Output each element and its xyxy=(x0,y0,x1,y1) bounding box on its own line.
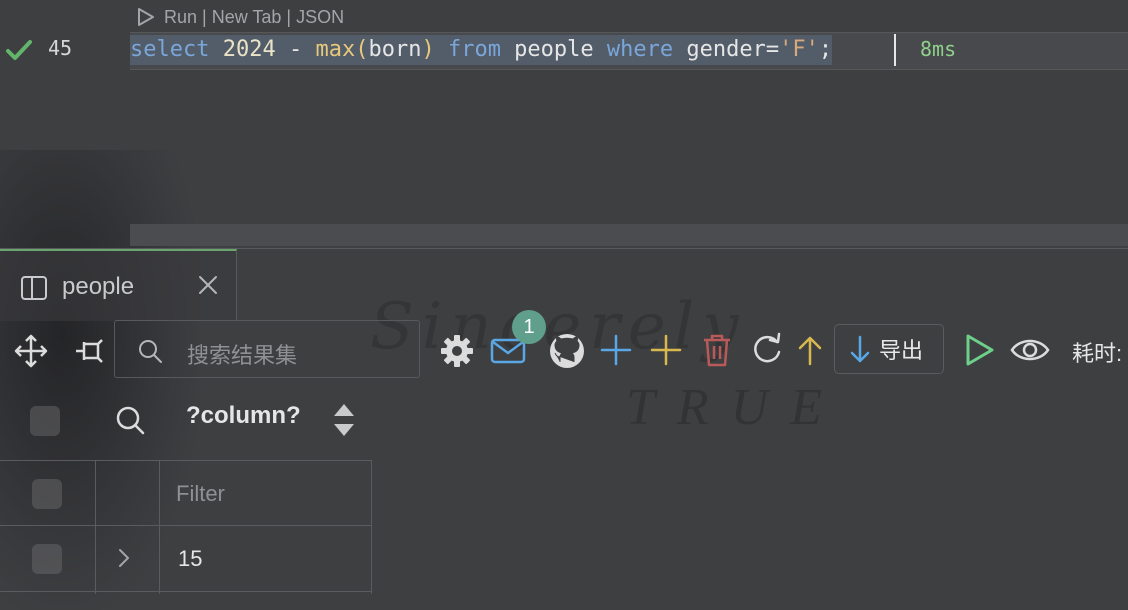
codelens-label[interactable]: Run | New Tab | JSON xyxy=(164,7,344,28)
tab-bar: people xyxy=(0,248,1128,321)
code-token: ) xyxy=(421,37,435,62)
search-input[interactable]: 搜索结果集 xyxy=(187,338,297,370)
results-toolbar: 搜索结果集 1 导出 耗时: xyxy=(0,310,1128,382)
column-header-row: ?column? xyxy=(0,382,1128,458)
delete-trash-icon[interactable] xyxy=(700,332,734,368)
line-number: 45 xyxy=(48,36,73,60)
text-cursor xyxy=(894,34,896,66)
code-token: from xyxy=(447,37,501,62)
code-token: people xyxy=(500,37,607,62)
sort-icon[interactable] xyxy=(332,402,356,438)
codelens-actions[interactable]: Run | New Tab | JSON xyxy=(134,6,344,28)
results-panel: people 搜索结果集 1 导出 耗时: ?column? Filter 15 xyxy=(0,248,1128,606)
export-label: 导出 xyxy=(879,338,924,363)
row-checkbox[interactable] xyxy=(32,479,62,509)
select-all-checkbox[interactable] xyxy=(30,406,60,436)
upload-arrow-icon[interactable] xyxy=(796,334,824,366)
code-token: where xyxy=(606,37,674,62)
refresh-icon[interactable] xyxy=(750,332,784,368)
panel-layout-icon xyxy=(21,276,47,300)
check-icon xyxy=(6,40,32,60)
download-arrow-icon xyxy=(850,335,870,363)
search-results-box[interactable]: 搜索结果集 xyxy=(114,320,420,378)
code-token: 2024 xyxy=(222,37,276,62)
search-icon[interactable] xyxy=(114,404,146,436)
table-cell[interactable]: 15 xyxy=(178,546,202,572)
row-checkbox[interactable] xyxy=(32,544,62,574)
code-token: max xyxy=(315,37,356,62)
code-token: select xyxy=(130,37,210,62)
chevron-right-icon[interactable] xyxy=(116,546,132,570)
tab-label: people xyxy=(62,273,135,300)
column-header[interactable]: ?column? xyxy=(186,402,301,430)
export-button[interactable]: 导出 xyxy=(834,324,944,374)
column-divider xyxy=(371,460,372,594)
sql-editor[interactable]: Run | New Tab | JSON 45 select 2024 - ma… xyxy=(0,0,1128,248)
search-icon xyxy=(139,340,162,363)
code-token: ; xyxy=(818,37,833,62)
close-icon[interactable] xyxy=(196,273,220,297)
code-token: - xyxy=(275,37,316,62)
add-column-icon[interactable] xyxy=(650,334,682,366)
results-grid: Filter 15 xyxy=(0,460,372,594)
filter-row: Filter xyxy=(0,460,372,526)
column-divider xyxy=(159,460,160,594)
editor-line[interactable]: 45 select 2024 - max(born) from people w… xyxy=(0,32,1128,70)
pin-icon[interactable] xyxy=(72,336,106,366)
table-row[interactable]: 15 xyxy=(0,526,372,592)
sql-code[interactable]: select 2024 - max(born) from people wher… xyxy=(130,35,833,65)
tab-people[interactable]: people xyxy=(0,249,237,321)
horizontal-scrollbar[interactable] xyxy=(130,224,1128,246)
settings-gear-icon[interactable] xyxy=(440,334,474,368)
notification-badge: 1 xyxy=(512,310,546,344)
add-row-icon[interactable] xyxy=(600,334,632,366)
code-token: ( xyxy=(355,37,369,62)
eye-icon[interactable] xyxy=(1010,336,1050,364)
code-token: born xyxy=(368,37,422,62)
code-token: 'F' xyxy=(779,37,819,62)
run-play-icon[interactable] xyxy=(962,332,996,368)
code-token: gender= xyxy=(673,37,780,62)
column-divider xyxy=(95,460,96,594)
move-icon[interactable] xyxy=(14,334,48,368)
github-icon[interactable] xyxy=(548,332,586,370)
elapsed-time-label: 耗时: xyxy=(1072,341,1123,366)
column-filter-input[interactable]: Filter xyxy=(176,481,225,507)
execution-time: 8ms xyxy=(920,37,957,61)
run-play-icon[interactable] xyxy=(134,6,156,28)
